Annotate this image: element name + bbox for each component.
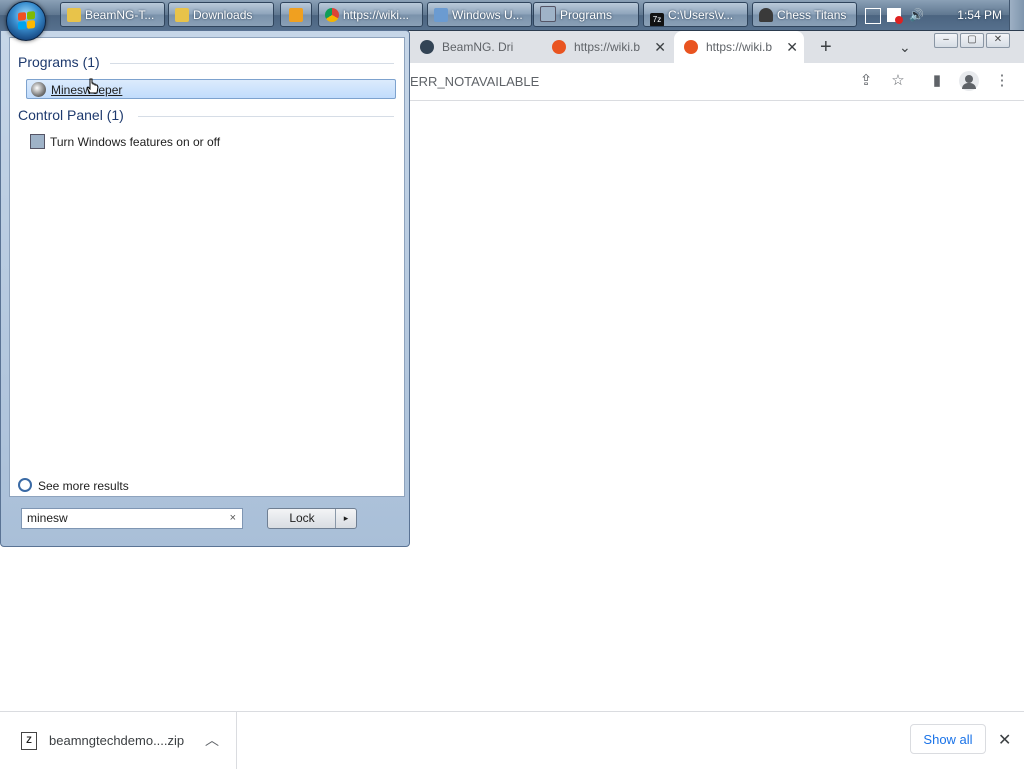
new-tab-button[interactable]: +: [820, 31, 836, 63]
system-tray: 🔊 1:54 PM: [859, 0, 1024, 30]
taskbar-button-chrome[interactable]: https://wiki...: [318, 2, 423, 27]
clear-search-icon[interactable]: ×: [230, 509, 236, 528]
address-bar[interactable]: ERR_NOTAVAILABLE ⇪ ☆ ▮ ⋮: [410, 63, 1024, 101]
control-panel-icon: [540, 6, 556, 22]
7zip-icon: 7z: [650, 13, 664, 26]
download-bar: Z beamngtechdemo....zip ︿ Show all ✕: [0, 711, 1024, 769]
result-windows-features[interactable]: Turn Windows features on or off: [26, 132, 396, 152]
bookmark-star-icon[interactable]: ☆: [889, 72, 907, 90]
close-download-bar-icon[interactable]: ✕: [998, 730, 1011, 750]
lock-label[interactable]: Lock: [268, 509, 336, 528]
chevron-up-icon[interactable]: ︿: [205, 730, 219, 750]
profile-avatar-icon[interactable]: [959, 71, 979, 91]
minimize-button[interactable]: –: [934, 33, 958, 48]
share-icon[interactable]: ⇪: [857, 72, 875, 90]
taskbar-button-media-player[interactable]: [280, 2, 312, 27]
taskbar-button-downloads[interactable]: Downloads: [168, 2, 274, 27]
ubuntu-icon: [552, 40, 566, 54]
tab-wiki-1[interactable]: https://wiki.b ✕: [548, 31, 672, 63]
start-menu: Programs (1) Minesweeper Control Panel (…: [0, 30, 410, 547]
result-minesweeper[interactable]: Minesweeper: [26, 79, 396, 99]
taskbar-button-chess-titans[interactable]: Chess Titans: [752, 2, 857, 27]
download-file-name[interactable]: beamngtechdemo....zip: [49, 733, 184, 748]
network-icon[interactable]: [865, 8, 881, 24]
taskbar-button-programs[interactable]: Programs: [533, 2, 639, 27]
search-results-pane: Programs (1) Minesweeper Control Panel (…: [9, 37, 405, 497]
search-text: minesw: [27, 511, 68, 525]
windows-features-icon: [30, 134, 45, 149]
tab-beamng[interactable]: BeamNG. Dri: [410, 31, 542, 63]
close-tab-icon[interactable]: ✕: [786, 31, 798, 63]
folder-icon: [175, 8, 189, 22]
divider: [110, 63, 394, 64]
url-text[interactable]: ERR_NOTAVAILABLE: [410, 74, 539, 89]
folder-icon: [67, 8, 81, 22]
show-desktop-button[interactable]: [1009, 0, 1024, 30]
see-more-results-link[interactable]: See more results: [18, 478, 129, 493]
action-center-icon[interactable]: [887, 8, 903, 24]
side-panel-icon[interactable]: ▮: [928, 72, 946, 90]
programs-header[interactable]: Programs (1): [18, 54, 100, 70]
download-item[interactable]: Z beamngtechdemo....zip ︿: [0, 712, 237, 769]
taskbar-button-7zip[interactable]: 7z C:\Users\v...: [643, 2, 748, 27]
clock[interactable]: 1:54 PM: [957, 8, 1002, 22]
window-controls: – ▢ ✕: [932, 31, 1010, 48]
hand-cursor-icon: [86, 78, 99, 94]
start-button[interactable]: [6, 1, 46, 41]
lock-button[interactable]: Lock ▸: [267, 508, 357, 529]
chess-icon: [759, 8, 773, 22]
taskbar-button-windows-update[interactable]: Windows U...: [427, 2, 532, 27]
windows-update-icon: [434, 8, 448, 22]
ubuntu-icon: [684, 40, 698, 54]
more-menu-icon[interactable]: ⋮: [993, 72, 1011, 90]
close-tab-icon[interactable]: ✕: [654, 31, 666, 63]
show-all-button[interactable]: Show all: [910, 724, 986, 754]
minesweeper-icon: [31, 82, 46, 97]
taskbar-button-beamng-folder[interactable]: BeamNG-T...: [60, 2, 165, 27]
maximize-button[interactable]: ▢: [960, 33, 984, 48]
taskbar: BeamNG-T... Downloads https://wiki... Wi…: [0, 0, 1024, 31]
tab-wiki-2[interactable]: https://wiki.b ✕: [674, 31, 804, 63]
close-window-button[interactable]: ✕: [986, 33, 1010, 48]
start-search-input[interactable]: minesw ×: [21, 508, 243, 529]
zip-file-icon: Z: [21, 732, 37, 750]
windows-logo-icon: [18, 11, 35, 30]
tab-search-button[interactable]: ⌄: [899, 31, 913, 63]
media-player-icon: [289, 8, 303, 22]
beamng-icon: [420, 40, 434, 54]
power-options-arrow-icon[interactable]: ▸: [335, 509, 356, 528]
chrome-icon: [325, 8, 339, 22]
divider: [138, 116, 394, 117]
search-icon: [18, 478, 32, 492]
volume-icon[interactable]: 🔊: [909, 8, 924, 22]
control-panel-header[interactable]: Control Panel (1): [18, 107, 124, 123]
alert-badge-icon: [895, 16, 903, 24]
